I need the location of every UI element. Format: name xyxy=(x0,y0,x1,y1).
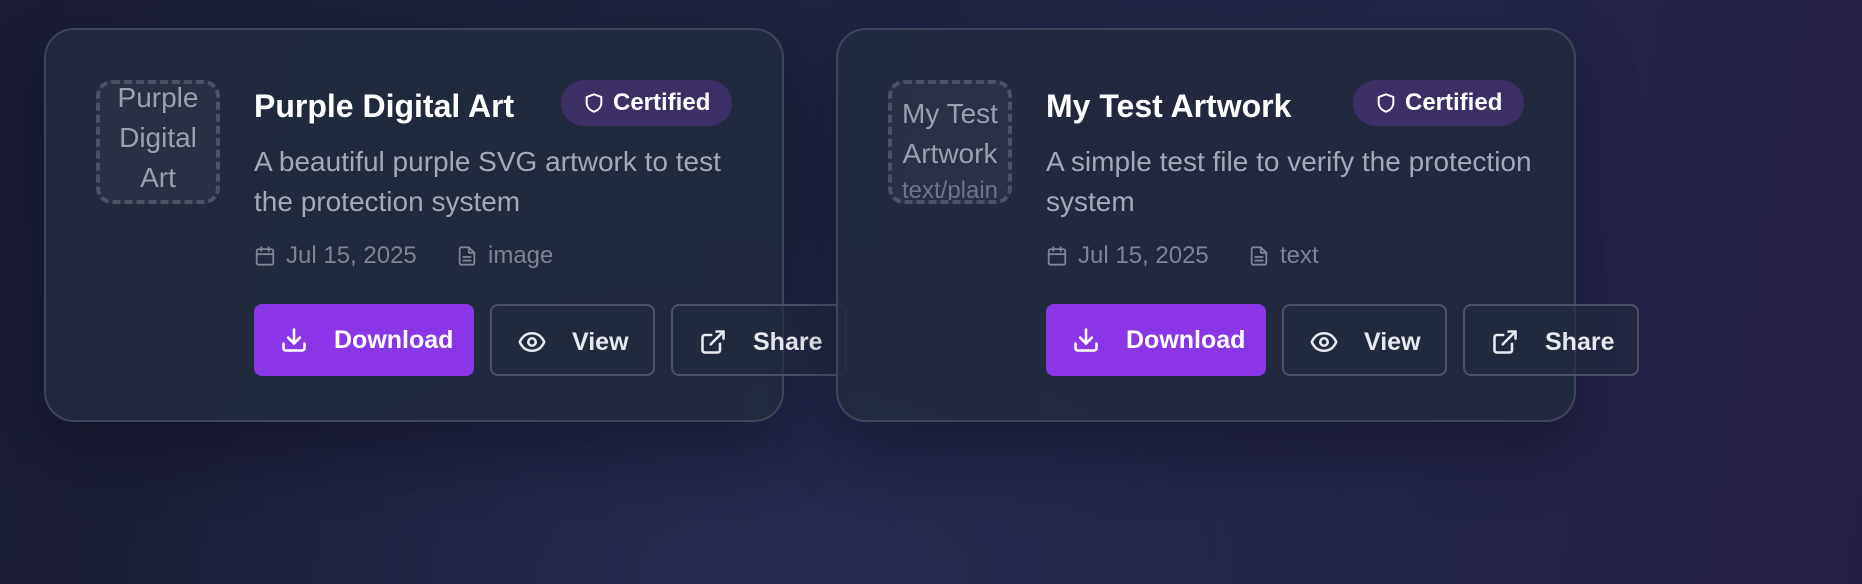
thumbnail-title: Purple Digital Art xyxy=(117,82,199,193)
thumbnail-title: My Test Artwork xyxy=(902,98,998,169)
external-link-icon xyxy=(701,330,725,354)
shield-icon xyxy=(1377,93,1395,113)
artwork-type: image xyxy=(456,240,553,272)
share-label: Share xyxy=(753,328,823,356)
view-button[interactable]: View xyxy=(1282,304,1447,376)
download-button[interactable]: Download xyxy=(1046,304,1266,376)
download-icon xyxy=(282,328,306,352)
artwork-description: A simple test file to verify the protect… xyxy=(1046,146,1532,217)
badge-label: Certified xyxy=(1405,89,1503,116)
date-label: Jul 15, 2025 xyxy=(286,242,417,269)
artwork-title: My Test Artwork xyxy=(1046,88,1292,124)
download-label: Download xyxy=(334,326,454,354)
file-icon xyxy=(1250,246,1268,266)
eye-icon xyxy=(1310,331,1338,353)
calendar-icon xyxy=(1047,246,1067,266)
artwork-type: text xyxy=(1248,240,1319,272)
view-label: View xyxy=(1364,328,1421,356)
thumbnail-mime-type: text/plain xyxy=(901,177,999,204)
download-button[interactable]: Download xyxy=(254,304,474,376)
badge-label: Certified xyxy=(613,89,711,116)
download-icon xyxy=(1074,328,1098,352)
artwork-title: Purple Digital Art xyxy=(254,88,515,124)
artwork-card: My Test Artwork text/plain My Test Artwo… xyxy=(836,28,1639,422)
shield-icon xyxy=(585,93,603,113)
view-button[interactable]: View xyxy=(490,304,655,376)
artwork-card: Purple Digital Art Purple Digital Art Ce… xyxy=(44,28,847,422)
artwork-description: A beautiful purple SVG artwork to test t… xyxy=(254,146,721,217)
date-label: Jul 15, 2025 xyxy=(1078,242,1209,269)
artwork-thumbnail-placeholder: Purple Digital Art xyxy=(96,80,220,204)
view-label: View xyxy=(572,328,629,356)
download-label: Download xyxy=(1126,326,1246,354)
file-icon xyxy=(458,246,476,266)
share-label: Share xyxy=(1545,328,1615,356)
external-link-icon xyxy=(1493,330,1517,354)
artwork-thumbnail-placeholder: My Test Artwork text/plain xyxy=(888,80,1012,204)
share-button[interactable]: Share xyxy=(671,304,847,376)
certified-badge: Certified xyxy=(561,80,733,126)
calendar-icon xyxy=(255,246,275,266)
artwork-date: Jul 15, 2025 xyxy=(1046,240,1209,272)
certified-badge: Certified xyxy=(1353,80,1525,126)
share-button[interactable]: Share xyxy=(1463,304,1639,376)
eye-icon xyxy=(518,331,546,353)
artwork-date: Jul 15, 2025 xyxy=(254,240,417,272)
